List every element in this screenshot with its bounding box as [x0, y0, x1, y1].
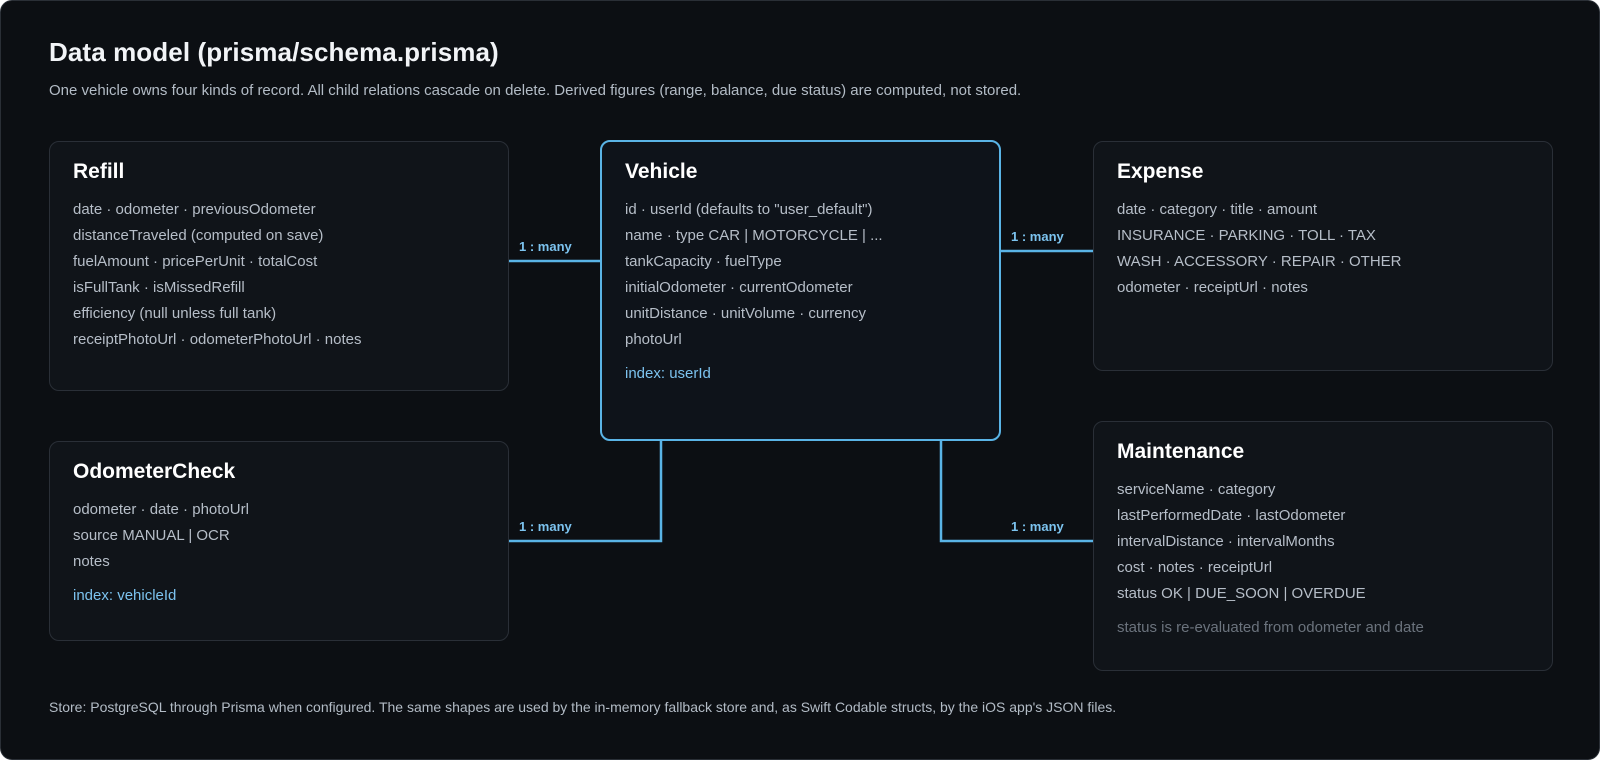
entity-expense: Expense date · category · title · amount…	[1093, 141, 1553, 371]
field-line: isFullTank · isMissedRefill	[73, 279, 245, 296]
field-line: status OK | DUE_SOON | OVERDUE	[1117, 585, 1366, 602]
index-label: index: userId	[625, 365, 711, 382]
field-line: initialOdometer · currentOdometer	[625, 279, 853, 296]
field-line: lastPerformedDate · lastOdometer	[1117, 507, 1346, 524]
field-list: id · userId (defaults to "user_default")…	[625, 197, 976, 353]
field-line: efficiency (null unless full tank)	[73, 305, 277, 322]
field-line: serviceName · category	[1117, 481, 1276, 498]
field-line: name · type CAR | MOTORCYCLE | ...	[625, 227, 883, 244]
entity-refill: Refill date · odometer · previousOdomete…	[49, 141, 509, 391]
entity-name: Maintenance	[1117, 440, 1245, 463]
index-label: index: vehicleId	[73, 587, 177, 604]
field-line: notes	[73, 553, 110, 570]
field-line: receiptPhotoUrl · odometerPhotoUrl · not…	[73, 331, 362, 348]
field-line: intervalDistance · intervalMonths	[1117, 533, 1335, 550]
relation-label-maintenance: 1 : many	[1011, 519, 1064, 534]
page-title: Data model (prisma/schema.prisma)	[49, 37, 499, 67]
entity-odometer-check: OdometerCheck odometer · date · photoUrl…	[49, 441, 509, 641]
entity-name: Vehicle	[625, 160, 698, 183]
entity-maintenance: Maintenance serviceName · category lastP…	[1093, 421, 1553, 671]
field-list: date · odometer · previousOdometer dista…	[73, 197, 485, 353]
relation-label-odometer-check: 1 : many	[519, 519, 572, 534]
page-subtitle: One vehicle owns four kinds of record. A…	[49, 82, 1022, 99]
field-list: serviceName · category lastPerformedDate…	[1117, 477, 1529, 607]
field-line: source MANUAL | OCR	[73, 527, 230, 544]
field-line: id · userId (defaults to "user_default")	[625, 201, 873, 218]
field-line: date · category · title · amount	[1117, 201, 1318, 218]
entity-name: Expense	[1117, 160, 1204, 183]
field-line: fuelAmount · pricePerUnit · totalCost	[73, 253, 318, 270]
field-line: date · odometer · previousOdometer	[73, 201, 316, 218]
field-line: WASH · ACCESSORY · REPAIR · OTHER	[1117, 253, 1402, 270]
field-line: INSURANCE · PARKING · TOLL · TAX	[1117, 227, 1376, 244]
entity-name: OdometerCheck	[73, 460, 236, 483]
storage-footnote: Store: PostgreSQL through Prisma when co…	[49, 699, 1117, 715]
entity-vehicle: Vehicle id · userId (defaults to "user_d…	[600, 140, 1001, 441]
field-line: unitDistance · unitVolume · currency	[625, 305, 866, 322]
entity-name: Refill	[73, 160, 125, 183]
field-list: date · category · title · amount INSURAN…	[1117, 197, 1529, 301]
field-list: odometer · date · photoUrl source MANUAL…	[73, 497, 485, 575]
status-note: status is re-evaluated from odometer and…	[1117, 619, 1424, 636]
relation-label-refill: 1 : many	[519, 239, 572, 254]
field-line: cost · notes · receiptUrl	[1117, 559, 1273, 576]
field-line: photoUrl	[625, 331, 682, 348]
relation-label-expense: 1 : many	[1011, 229, 1064, 244]
field-line: odometer · date · photoUrl	[73, 501, 249, 518]
diagram-frame: Data model (prisma/schema.prisma) One ve…	[0, 0, 1600, 760]
field-line: distanceTraveled (computed on save)	[73, 227, 324, 244]
field-line: tankCapacity · fuelType	[625, 253, 782, 270]
field-line: odometer · receiptUrl · notes	[1117, 279, 1308, 296]
